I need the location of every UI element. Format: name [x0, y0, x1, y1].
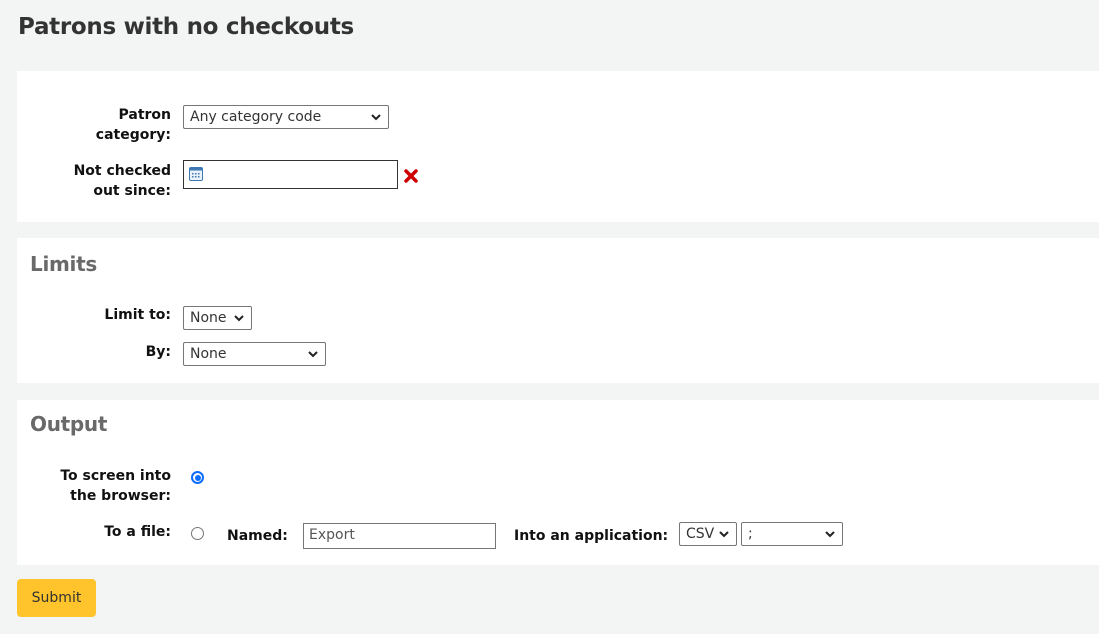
- filters-panel: Patron category: Any category code Not c…: [17, 71, 1099, 222]
- filename-input[interactable]: Export: [303, 523, 496, 549]
- chevron-down-icon: [825, 531, 835, 538]
- patron-category-value: Any category code: [190, 109, 322, 125]
- not-checked-out-since-input[interactable]: [183, 160, 398, 189]
- separator-value: ;: [748, 526, 753, 542]
- label-line: Not checked: [73, 163, 171, 179]
- chevron-down-icon: [371, 114, 381, 121]
- output-panel: Output To screen into the browser: To a …: [17, 400, 1099, 565]
- patron-category-select[interactable]: Any category code: [183, 105, 389, 129]
- page-title: Patrons with no checkouts: [18, 14, 354, 40]
- label-line: out since:: [93, 183, 171, 199]
- label-line: Patron: [118, 107, 171, 123]
- limits-panel: Limits Limit to: None By: None: [17, 238, 1099, 383]
- named-label: Named:: [227, 528, 288, 544]
- output-legend: Output: [30, 412, 108, 436]
- application-label: Into an application:: [514, 528, 669, 544]
- limits-legend: Limits: [30, 252, 97, 276]
- to-file-label: To a file:: [104, 524, 171, 540]
- to-file-radio[interactable]: [191, 527, 204, 540]
- chevron-down-icon: [234, 315, 244, 322]
- separator-select[interactable]: ;: [741, 522, 843, 546]
- to-screen-radio[interactable]: [191, 471, 204, 484]
- format-select[interactable]: CSV: [679, 522, 737, 546]
- limit-to-label: Limit to:: [104, 307, 171, 323]
- submit-button[interactable]: Submit: [17, 579, 96, 617]
- to-screen-label: To screen into the browser:: [60, 466, 171, 506]
- limit-to-select[interactable]: None: [183, 306, 252, 330]
- filename-value: Export: [309, 527, 355, 543]
- label-line: category:: [95, 127, 171, 143]
- limit-to-value: None: [190, 310, 227, 326]
- format-value: CSV: [686, 526, 715, 542]
- label-line: the browser:: [70, 488, 171, 504]
- calendar-icon[interactable]: [189, 167, 203, 181]
- chevron-down-icon: [308, 351, 318, 358]
- label-line: To screen into: [60, 468, 171, 484]
- by-value: None: [190, 346, 227, 362]
- by-label: By:: [145, 344, 171, 360]
- by-select[interactable]: None: [183, 342, 326, 366]
- chevron-down-icon: [719, 531, 729, 538]
- clear-x-icon[interactable]: [404, 169, 418, 183]
- not-checked-out-since-label: Not checked out since:: [74, 161, 171, 201]
- patron-category-label: Patron category:: [96, 105, 171, 145]
